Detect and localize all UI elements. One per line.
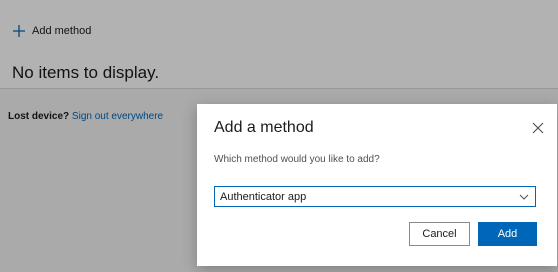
close-icon[interactable]: [531, 121, 545, 135]
add-button[interactable]: Add: [478, 222, 537, 246]
dialog-prompt: Which method would you like to add?: [214, 154, 380, 165]
dialog-title: Add a method: [214, 119, 314, 136]
cancel-button-label: Cancel: [422, 228, 457, 240]
chevron-down-icon: [519, 194, 529, 200]
cancel-button[interactable]: Cancel: [409, 222, 470, 246]
method-select-value: Authenticator app: [220, 191, 307, 203]
method-select[interactable]: Authenticator app: [214, 186, 536, 207]
add-method-dialog: Add a method Which method would you like…: [197, 104, 557, 266]
add-button-label: Add: [497, 228, 518, 240]
